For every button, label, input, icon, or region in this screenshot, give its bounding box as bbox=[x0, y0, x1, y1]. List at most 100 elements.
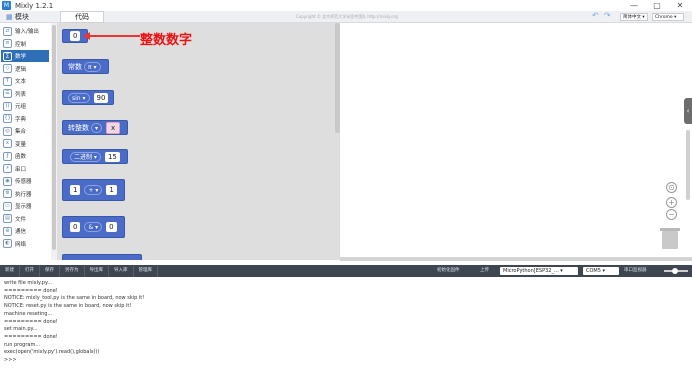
binary-block[interactable]: 二进制 ▾ 15 bbox=[62, 149, 128, 164]
category-label: 控制 bbox=[15, 41, 27, 48]
trig-block[interactable]: sin ▾ 90 bbox=[62, 90, 115, 105]
toolbar-button[interactable]: 另存为 bbox=[60, 265, 85, 277]
set-icon: ◎ bbox=[3, 126, 12, 136]
binary-dropdown[interactable]: 二进制 ▾ bbox=[70, 151, 101, 162]
tab-code[interactable]: 代码 bbox=[60, 11, 104, 23]
puzzle-icon: ▦ bbox=[6, 13, 15, 21]
category-label: 传感器 bbox=[15, 179, 32, 185]
math-icon: ∑ bbox=[3, 51, 12, 61]
arith-op-dropdown[interactable]: + ▾ bbox=[84, 185, 103, 195]
trig-dropdown[interactable]: sin ▾ bbox=[68, 92, 90, 103]
category-label: 变量 bbox=[15, 141, 27, 148]
app-logo-icon: M bbox=[2, 1, 11, 10]
variable-icon: x bbox=[3, 139, 12, 148]
file-icon: ▤ bbox=[3, 214, 12, 223]
port-select[interactable]: COM5 ▾ bbox=[583, 267, 619, 275]
toolbar-button[interactable]: 管理库 bbox=[134, 265, 158, 277]
console-line: NOTICE: mixly_tool.py is the same in boa… bbox=[4, 295, 145, 302]
category-item[interactable]: ◇ 逻辑 bbox=[1, 63, 49, 75]
redo-icon[interactable]: ↷ bbox=[604, 11, 611, 20]
zoom-in-icon[interactable]: + bbox=[666, 197, 677, 208]
convert-int-block[interactable]: 转整数 ▾ x bbox=[62, 120, 129, 135]
workspace-canvas[interactable] bbox=[340, 23, 692, 260]
category-item[interactable]: ◐ 网络 bbox=[1, 238, 49, 250]
tab-modules[interactable]: ▦ 模块 bbox=[6, 12, 29, 22]
collapse-panel-button[interactable]: ‹ bbox=[684, 98, 692, 124]
menu-bar: ▦ 模块 代码 Copyright © 北京师范大学米思齐团队 http://m… bbox=[0, 11, 692, 23]
category-item[interactable]: () 元组 bbox=[1, 100, 49, 112]
category-item[interactable]: ⊛ 通信 bbox=[1, 225, 49, 237]
number-value[interactable]: 0 bbox=[70, 31, 81, 41]
speed-slider-knob[interactable] bbox=[672, 268, 678, 274]
arith-left[interactable]: 1 bbox=[70, 185, 81, 195]
toolbox-scroll-thumb[interactable] bbox=[52, 25, 56, 250]
console-line: run program... bbox=[4, 341, 41, 348]
upload-button[interactable]: 上传 bbox=[480, 265, 489, 277]
category-item[interactable]: ƒ 函数 bbox=[1, 150, 49, 162]
bitwise-right[interactable]: 0 bbox=[106, 222, 117, 232]
category-label: 网络 bbox=[15, 241, 27, 248]
category-item[interactable]: ▭ 显示器 bbox=[1, 200, 49, 212]
binary-value[interactable]: 15 bbox=[104, 151, 120, 162]
close-button[interactable]: ✕ bbox=[669, 0, 691, 11]
category-label: 文件 bbox=[15, 216, 27, 223]
category-item[interactable]: ≡ 控制 bbox=[1, 38, 49, 50]
constant-dropdown[interactable]: π ▾ bbox=[84, 61, 101, 72]
partial-block[interactable] bbox=[62, 254, 142, 260]
bitwise-left[interactable]: 0 bbox=[70, 222, 81, 232]
toolbar-button[interactable]: 新建 bbox=[0, 265, 20, 277]
category-label: 数学 bbox=[15, 54, 27, 60]
bitwise-block[interactable]: 0 & ▾ 0 bbox=[62, 216, 125, 238]
toolbox: ⇄ 输入/输出 ≡ 控制 ∑ 数学 ◇ 逻辑 T 文本 ☰ 列表() 元组{} 字典 ◎ 集合 x 变量 ƒ 函数 ⚡ 串… bbox=[0, 23, 50, 260]
list-icon: ☰ bbox=[3, 89, 12, 98]
toolbar-button[interactable]: 打开 bbox=[20, 265, 40, 277]
init-firmware-button[interactable]: 初始化固件 bbox=[437, 265, 460, 277]
category-label: 通信 bbox=[15, 229, 27, 235]
output-console[interactable]: write file mixly.py... ========= done! NOT… bbox=[0, 277, 692, 368]
category-label: 集合 bbox=[15, 129, 27, 135]
console-line: machine reseting... bbox=[4, 310, 53, 317]
toolbar-button[interactable]: 导出库 bbox=[85, 265, 109, 277]
workspace-scrollbar[interactable] bbox=[686, 130, 690, 200]
undo-icon[interactable]: ↶ bbox=[592, 11, 599, 20]
toolbar-button[interactable]: 导入库 bbox=[109, 265, 134, 277]
sensor-icon: ◉ bbox=[3, 176, 12, 186]
console-line: set main.py... bbox=[4, 326, 38, 333]
category-item[interactable]: ◎ 集合 bbox=[1, 125, 49, 137]
arithmetic-block[interactable]: 1 + ▾ 1 bbox=[62, 179, 125, 201]
action-bar: 新建 打开 保存 另存为 导出库 导入库 管理库 初始化固件 上传 MicroPython[E… bbox=[0, 265, 692, 277]
language-select[interactable]: 简体中文 ▾ bbox=[620, 13, 648, 21]
console-line: exec(open('mixly.py').read(),globals()) bbox=[4, 349, 100, 356]
board-select[interactable]: MicroPython[ESP32_... ▾ bbox=[500, 267, 578, 275]
category-label: 执行器 bbox=[15, 191, 32, 198]
communication-icon: ⊛ bbox=[3, 226, 12, 236]
category-item[interactable]: ▤ 文件 bbox=[1, 213, 49, 225]
constant-block[interactable]: 常数 π ▾ bbox=[62, 59, 109, 74]
category-item[interactable]: ⚡ 串口 bbox=[1, 163, 49, 175]
zoom-out-icon[interactable]: − bbox=[666, 209, 677, 220]
convert-arg[interactable]: x bbox=[106, 121, 121, 134]
bitwise-op-dropdown[interactable]: & ▾ bbox=[84, 222, 103, 232]
convert-dropdown[interactable]: ▾ bbox=[91, 122, 103, 133]
category-label: 输入/输出 bbox=[15, 29, 39, 35]
category-label: 列表 bbox=[15, 91, 27, 98]
maximize-button[interactable]: ▢ bbox=[646, 0, 668, 11]
category-item[interactable]: T 文本 bbox=[1, 75, 49, 87]
minimize-button[interactable]: — bbox=[623, 0, 645, 11]
annotation-arrow bbox=[86, 35, 140, 37]
category-item[interactable]: ⇄ 输入/输出 bbox=[1, 25, 49, 37]
category-item[interactable]: ☰ 列表 bbox=[1, 88, 49, 100]
browser-select[interactable]: Chrome ▾ bbox=[652, 13, 684, 21]
category-item[interactable]: ◉ 传感器 bbox=[1, 175, 49, 187]
trig-value[interactable]: 90 bbox=[93, 92, 109, 103]
workspace-hscrollbar[interactable] bbox=[340, 257, 692, 261]
serial-monitor-button[interactable]: 串口监视器 bbox=[624, 265, 647, 277]
trash-icon[interactable] bbox=[662, 231, 678, 249]
category-item[interactable]: x 变量 bbox=[1, 138, 49, 150]
category-item[interactable]: ∑ 数学 bbox=[1, 50, 49, 62]
zoom-reset-icon[interactable]: ⊙ bbox=[666, 182, 677, 193]
category-item[interactable]: ⚙ 执行器 bbox=[1, 188, 49, 200]
arith-right[interactable]: 1 bbox=[106, 185, 117, 195]
toolbar-button[interactable]: 保存 bbox=[40, 265, 60, 277]
category-item[interactable]: {} 字典 bbox=[1, 113, 49, 125]
